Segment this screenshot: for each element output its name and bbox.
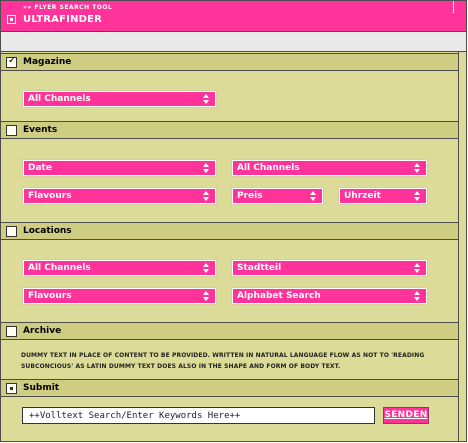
section-label: Locations [23,226,72,236]
select-value: Date [28,163,52,173]
section-magazine-header[interactable]: Magazine [1,53,458,71]
section-archive-header[interactable]: Archive [1,322,458,340]
select-value: Stadtteil [237,263,282,273]
archive-checkbox[interactable] [6,326,17,337]
updown-arrow-icon [411,290,423,302]
select-value: Flavours [28,291,72,301]
section-locations-header[interactable]: Locations [1,222,458,240]
section-label: Submit [23,383,60,393]
select-value: Alphabet Search [237,291,321,301]
side-scrollbar[interactable] [458,52,466,441]
toolbar-strip [1,32,466,52]
updown-arrow-icon [200,190,212,202]
section-label: Events [23,125,58,135]
section-label: Archive [23,326,62,336]
section-label: Magazine [23,57,72,67]
updown-arrow-icon [200,162,212,174]
corner-notch [453,1,466,13]
magazine-checkbox[interactable] [6,55,17,68]
section-events-header[interactable]: Events [1,121,458,139]
updown-arrow-icon [200,93,212,105]
title-bar: »» FLYER SEARCH TOOL ULTRAFINDER [1,1,466,32]
updown-arrow-icon [411,262,423,274]
archive-description: DUMMY TEXT IN PLACE OF CONTENT TO BE PRO… [21,352,425,370]
select-value: Preis [237,191,263,201]
locations-alphabet-select[interactable]: Alphabet Search [231,287,428,305]
events-checkbox[interactable] [6,125,17,136]
select-value: Uhrzeit [344,191,381,201]
section-submit-header[interactable]: Submit [1,379,458,397]
select-value: All Channels [237,163,300,173]
updown-arrow-icon [200,262,212,274]
window-title: ULTRAFINDER [23,14,103,25]
select-value: Flavours [28,191,72,201]
updown-arrow-icon [411,162,423,174]
locations-channel-select[interactable]: All Channels [22,259,217,277]
updown-arrow-icon [411,190,423,202]
events-flavours-select[interactable]: Flavours [22,187,217,205]
events-date-select[interactable]: Date [22,159,217,177]
window-box-icon [7,15,16,24]
locations-stadtteil-select[interactable]: Stadtteil [231,259,428,277]
select-value: All Channels [28,263,91,273]
updown-arrow-icon [200,290,212,302]
window-subtitle: »» FLYER SEARCH TOOL [23,4,113,11]
submit-checkbox[interactable] [6,383,17,394]
events-preis-select[interactable]: Preis [231,187,324,205]
keyword-search-input[interactable] [22,407,375,424]
senden-button[interactable]: SENDEN [383,407,429,424]
events-uhrzeit-select[interactable]: Uhrzeit [338,187,428,205]
locations-checkbox[interactable] [6,226,17,237]
magazine-channel-select[interactable]: All Channels [22,90,217,108]
select-value: All Channels [28,94,91,104]
events-channel-select[interactable]: All Channels [231,159,428,177]
ultrafinder-window: »» FLYER SEARCH TOOL ULTRAFINDER Magazin… [0,0,467,442]
updown-arrow-icon [307,190,319,202]
locations-flavours-select[interactable]: Flavours [22,287,217,305]
